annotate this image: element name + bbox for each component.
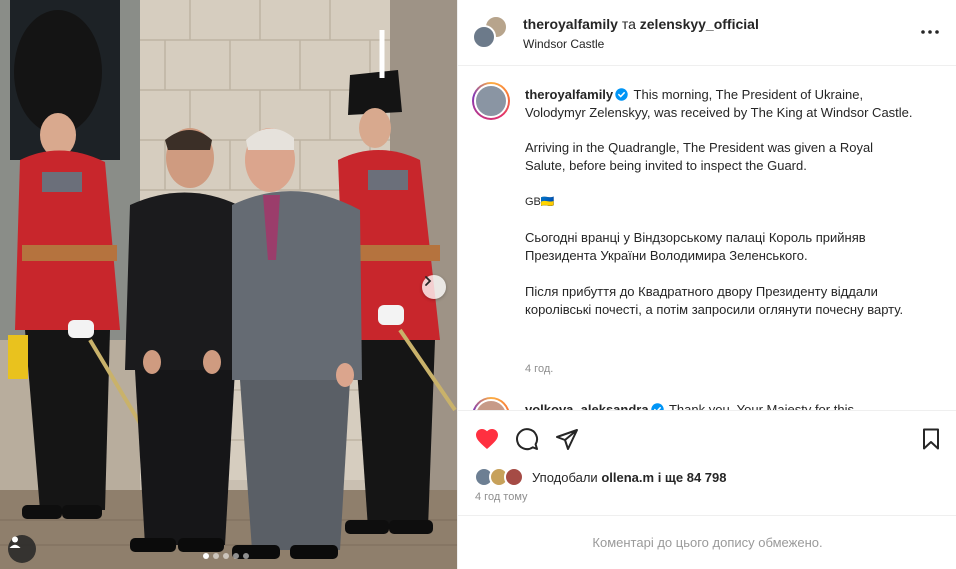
collab-avatars[interactable] [472, 15, 508, 51]
comment-body: Thank you, Your Majesty for this [668, 402, 854, 410]
bookmark-icon [923, 428, 939, 450]
carousel-dot [243, 553, 249, 559]
post-timestamp[interactable]: 4 год тому [475, 491, 528, 503]
comment-item: volkova_aleksandra Thank you, Your Majes… [472, 397, 942, 410]
likes-prefix: Уподобали [532, 469, 598, 485]
avatar [472, 25, 496, 49]
user-tag-icon [9, 536, 21, 548]
author-username[interactable]: theroyalfamily [523, 16, 618, 32]
tagged-users-button[interactable] [8, 535, 36, 563]
comments-section[interactable]: theroyalfamily This morning, The Preside… [458, 67, 956, 410]
save-button[interactable] [918, 426, 944, 452]
post-caption: theroyalfamily This morning, The Preside… [525, 86, 915, 337]
comment-text: volkova_aleksandra Thank you, Your Majes… [525, 402, 854, 410]
likes-summary[interactable]: Уподобали ollena.m і ще 84 798 [474, 466, 727, 488]
carousel-dot [233, 553, 239, 559]
carousel-indicator [203, 553, 249, 559]
comments-limited-notice: Коментарі до цього допису обмежено. [458, 515, 956, 569]
share-button[interactable] [554, 426, 580, 452]
caption-flags: GB🇺🇦 [525, 196, 555, 208]
post-authors: theroyalfamily та zelenskyy_official [523, 16, 759, 32]
carousel-next-button[interactable] [422, 275, 446, 299]
comment-avatar[interactable] [472, 397, 510, 410]
like-button[interactable] [474, 426, 500, 452]
comment-button[interactable] [514, 426, 540, 452]
likes-count-text: Уподобали ollena.m і ще 84 798 [532, 470, 727, 485]
paper-plane-icon [556, 429, 578, 450]
comment-username[interactable]: volkova_aleksandra [525, 402, 649, 410]
likes-count[interactable]: і ще 84 798 [658, 470, 727, 485]
carousel-dot [213, 553, 219, 559]
author-connector: та [621, 16, 636, 32]
liker-avatars [474, 467, 528, 487]
verified-badge-icon [650, 403, 664, 410]
coauthor-username[interactable]: zelenskyy_official [640, 16, 759, 32]
more-options-button[interactable] [920, 22, 940, 42]
chevron-right-icon [425, 276, 432, 286]
avatar [474, 84, 508, 118]
caption-avatar[interactable] [472, 82, 510, 120]
heart-filled-icon [476, 429, 498, 449]
liker-username[interactable]: ollena.m [601, 470, 654, 485]
carousel-dot [223, 553, 229, 559]
post-image [0, 0, 457, 569]
post-photo[interactable] [0, 0, 457, 569]
verified-badge-icon [615, 88, 628, 101]
avatar [504, 467, 524, 487]
caption-paragraph: Після прибуття до Квадратного двору През… [525, 284, 904, 317]
carousel-dot [203, 553, 209, 559]
caption-paragraph: Arriving in the Quadrangle, The Presiden… [525, 140, 874, 173]
caption-username[interactable]: theroyalfamily [525, 87, 613, 102]
comment-icon [516, 428, 539, 451]
post-side-panel: theroyalfamily та zelenskyy_official Win… [457, 0, 956, 569]
post-location[interactable]: Windsor Castle [523, 37, 604, 51]
caption-paragraph: Сьогодні вранці у Віндзорському палаці К… [525, 230, 866, 263]
caption-time[interactable]: 4 год. [525, 363, 553, 375]
post-header: theroyalfamily та zelenskyy_official Win… [458, 0, 956, 66]
avatar [474, 399, 508, 410]
more-horizontal-icon [921, 30, 939, 34]
